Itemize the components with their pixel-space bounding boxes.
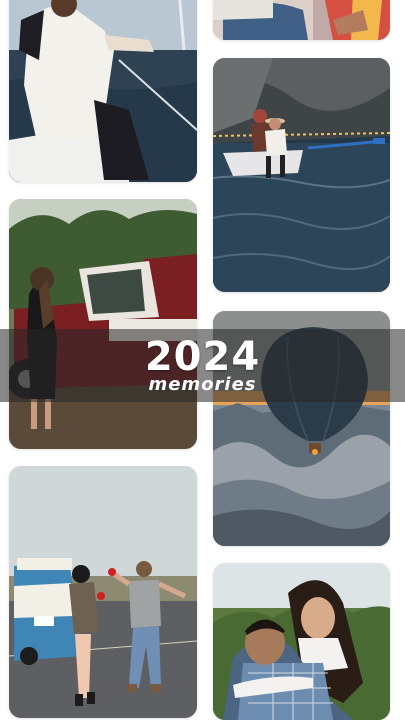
photo-street-portrait[interactable] [213,0,390,40]
couple-piggyback-image [213,563,390,720]
sailing-image [9,0,197,182]
photo-sailing[interactable] [9,0,197,182]
red-truck-image [9,199,197,449]
road-trip-image [9,466,197,718]
photo-couple-piggyback[interactable] [213,563,390,720]
title-subtitle: memories [148,374,257,395]
title-overlay: 2024 memories [0,335,405,395]
rowboat-lake-image [213,58,390,292]
photo-road-trip[interactable] [9,466,197,718]
photo-red-truck[interactable] [9,199,197,449]
title-year: 2024 [144,334,261,380]
street-portrait-image [213,0,390,40]
photo-rowboat-lake[interactable] [213,58,390,292]
